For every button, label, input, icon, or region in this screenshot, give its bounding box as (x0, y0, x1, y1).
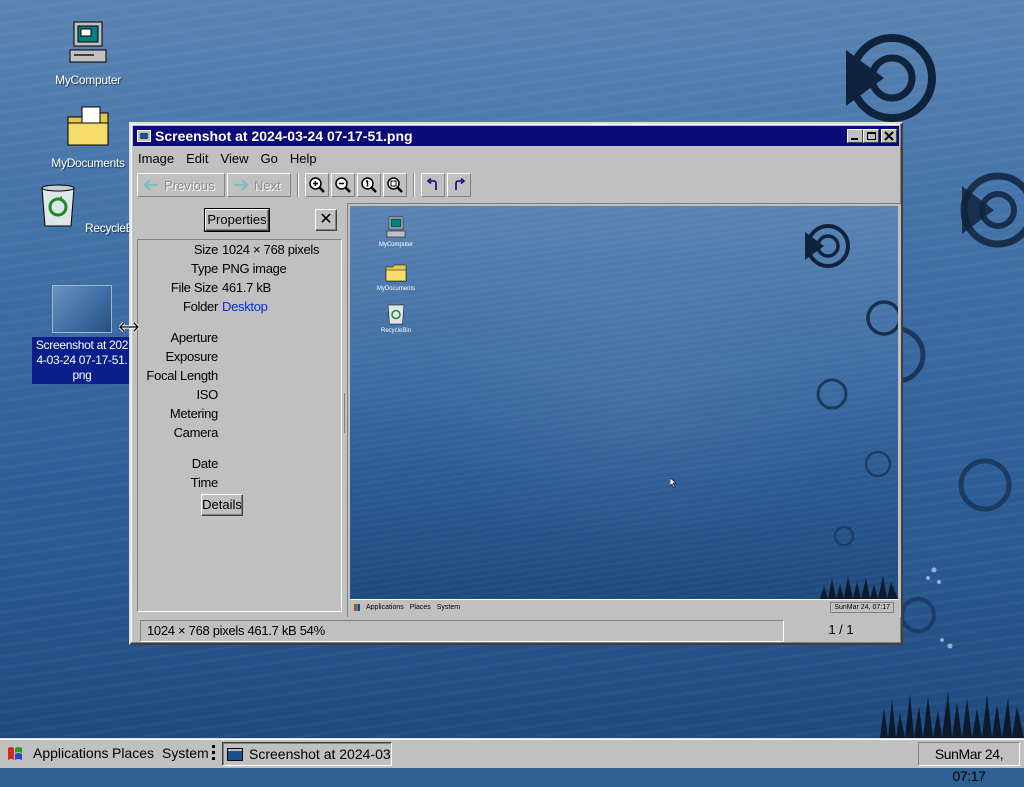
places-menu[interactable]: Places (112, 739, 154, 768)
property-row-folder: Folder Desktop (182, 298, 268, 316)
start-menu-logo-icon[interactable] (6, 745, 24, 763)
menu-bar: Image Edit View Go Help (133, 148, 899, 168)
menu-go[interactable]: Go (255, 151, 284, 166)
folder-icon (67, 106, 109, 146)
clock[interactable]: SunMar 24, 07:17 (918, 742, 1020, 784)
property-row-date: Date (191, 456, 219, 471)
maximize-icon (867, 132, 876, 140)
image-viewport[interactable]: MyComputer MyDocuments RecycleBin Applic… (347, 203, 901, 617)
property-row-iso: ISO (196, 387, 219, 402)
close-window-button[interactable] (881, 129, 897, 143)
zoom-fit-icon (387, 177, 403, 193)
properties-panel: Size 1024 × 768 pixels Type PNG image Fi… (137, 239, 342, 612)
property-row-metering: Metering (169, 406, 218, 421)
close-properties-button[interactable]: ✕ (315, 209, 337, 231)
arrow-right-icon (234, 179, 249, 191)
rotate-right-button[interactable] (447, 173, 471, 197)
image-viewer-app-icon (227, 747, 243, 761)
image-viewer-app-icon (137, 130, 151, 142)
preview-menu-logo-icon (354, 603, 360, 611)
rotate-right-icon (455, 177, 466, 190)
properties-button[interactable]: Properties (204, 208, 270, 232)
menu-edit[interactable]: Edit (180, 151, 214, 166)
zoom-in-button[interactable] (305, 173, 329, 197)
properties-header: Properties ✕ (137, 208, 341, 236)
preview-taskbar: Applications Places System SunMar 24, 07… (350, 599, 898, 614)
applications-menu[interactable]: Applications (33, 739, 109, 768)
folder-link[interactable]: Desktop (222, 298, 268, 316)
minimize-button[interactable] (847, 129, 863, 143)
wallpaper-grass (880, 690, 1024, 738)
computer-icon (69, 21, 107, 63)
zoom-fit-button[interactable] (383, 173, 407, 197)
property-row-camera: Camera (173, 425, 219, 440)
displayed-image: MyComputer MyDocuments RecycleBin (350, 206, 898, 599)
toolbar-separator (297, 173, 299, 197)
rotate-left-button[interactable] (421, 173, 445, 197)
zoom-out-icon (335, 177, 351, 193)
property-row-focal-length: Focal Length (146, 368, 218, 383)
property-row-aperture: Aperture (170, 330, 219, 345)
property-row-type: Type PNG image (191, 261, 287, 276)
details-button[interactable]: Details (201, 494, 243, 516)
property-row-file-size: File Size 461.7 kB (170, 280, 271, 295)
preview-icon-my-computer: MyComputer (371, 216, 421, 248)
zoom-in-icon (309, 177, 325, 193)
zoom-normal-icon (361, 177, 377, 193)
image-viewer-window[interactable]: Screenshot at 2024-03-24 07-17-51.png Im… (129, 122, 903, 645)
window-title: Screenshot at 2024-03-24 07-17-51.png (155, 128, 413, 144)
property-row-size: Size 1024 × 768 pixels (193, 242, 320, 257)
property-row-time: Time (190, 475, 219, 490)
desktop-icon-screenshot-file[interactable]: Screenshot at 2024-03-24 07-17-51.png (31, 285, 133, 384)
recycle-bin-icon (41, 184, 75, 227)
menu-image[interactable]: Image (133, 151, 180, 166)
taskbar: Applications Places System Screenshot at… (0, 738, 1024, 784)
close-icon: ✕ (319, 211, 333, 228)
desktop-icon-my-computer[interactable]: MyComputer (33, 20, 143, 87)
folder-icon (385, 264, 407, 282)
zoom-normal-button[interactable] (357, 173, 381, 197)
next-button[interactable]: Next (227, 173, 291, 197)
desktop-icon-label: MyComputer (55, 73, 121, 87)
recycle-bin-icon (387, 304, 405, 325)
previous-button[interactable]: Previous (137, 173, 225, 197)
system-menu[interactable]: System (162, 739, 209, 768)
zoom-out-button[interactable] (331, 173, 355, 197)
rotate-left-icon (426, 177, 437, 190)
toolbar: Previous Next (137, 171, 895, 199)
menu-help[interactable]: Help (284, 151, 323, 166)
preview-icon-recycle-bin: RecycleBin (371, 302, 421, 334)
window-titlebar[interactable]: Screenshot at 2024-03-24 07-17-51.png (133, 126, 899, 146)
panel-handle[interactable] (211, 745, 215, 763)
status-bar: 1024 × 768 pixels 461.7 kB 54% (140, 620, 784, 642)
preview-icon-my-documents: MyDocuments (371, 260, 421, 292)
minimize-icon (851, 138, 858, 140)
desktop-icon-my-documents[interactable]: MyDocuments (33, 103, 143, 170)
arrow-left-icon (143, 179, 158, 191)
maximize-button[interactable] (863, 129, 879, 143)
desktop-icon-label: Screenshot at 2024-03-24 07-17-51.png (32, 337, 132, 384)
desktop-icon-recycle-bin[interactable]: RecycleBin (33, 182, 143, 235)
property-row-exposure: Exposure (165, 349, 218, 364)
page-indicator: 1 / 1 (828, 622, 854, 637)
mouse-cursor-icon (670, 478, 677, 488)
taskbar-window-button[interactable]: Screenshot at 2024-03-... (222, 742, 392, 766)
desktop-icon-label: MyDocuments (51, 156, 125, 170)
image-wallpaper-logos (805, 224, 898, 599)
toolbar-separator (413, 173, 415, 197)
close-icon (884, 131, 894, 141)
menu-view[interactable]: View (215, 151, 255, 166)
image-thumbnail (52, 285, 112, 333)
resize-cursor-icon (119, 321, 139, 333)
computer-icon (386, 216, 406, 238)
